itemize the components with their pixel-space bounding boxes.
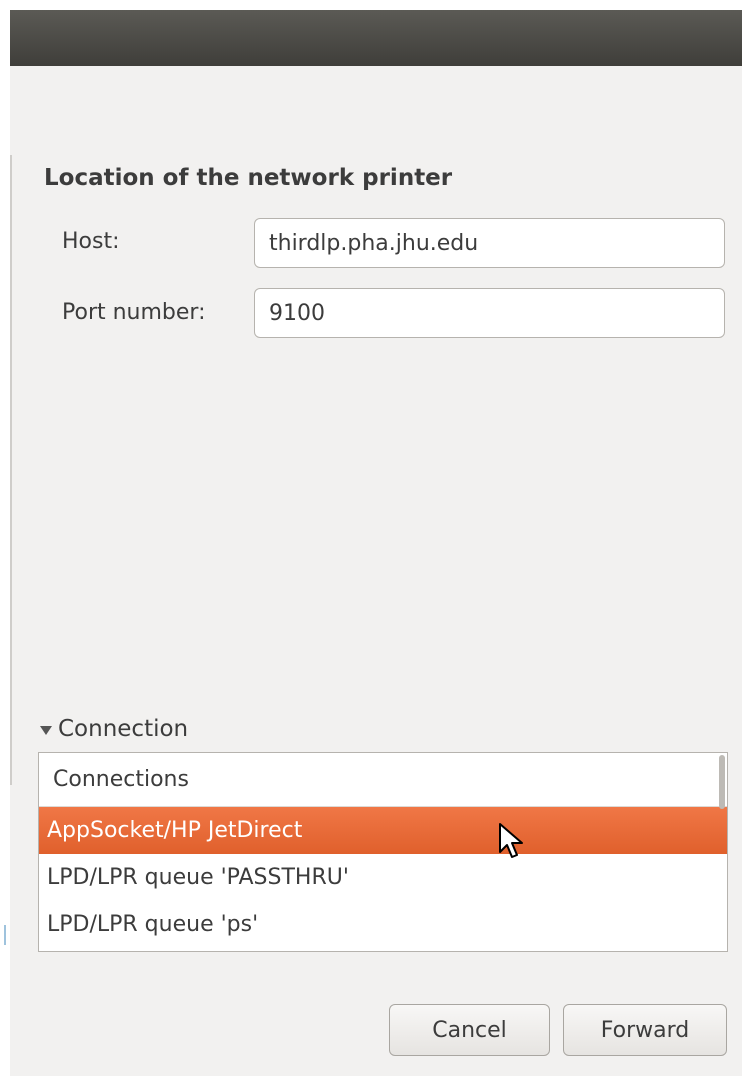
connections-list-header[interactable]: Connections <box>39 753 727 807</box>
list-item[interactable]: AppSocket/HP JetDirect <box>39 807 727 854</box>
list-item[interactable]: LPD/LPR queue 'PASSTHRU' <box>39 854 727 901</box>
forward-button[interactable]: Forward <box>563 1004 727 1056</box>
list-item[interactable]: LPD/LPR queue 'ps' <box>39 901 727 948</box>
connection-expander[interactable]: Connection <box>40 716 188 742</box>
edge-marker <box>4 925 6 945</box>
mouse-pointer-icon <box>498 822 526 866</box>
side-divider <box>10 155 12 785</box>
window-titlebar[interactable] <box>10 10 742 66</box>
connections-list[interactable]: Connections AppSocket/HP JetDirect LPD/L… <box>38 752 728 952</box>
host-label: Host: <box>62 229 120 254</box>
list-item-label: AppSocket/HP JetDirect <box>47 818 303 843</box>
cancel-button[interactable]: Cancel <box>389 1004 550 1056</box>
section-title-location: Location of the network printer <box>44 165 453 191</box>
connection-expander-label: Connection <box>58 716 189 742</box>
port-input[interactable] <box>254 288 725 338</box>
connections-header-label: Connections <box>53 767 189 792</box>
list-item-label: LPD/LPR queue 'PASSTHRU' <box>47 865 349 890</box>
host-input[interactable] <box>254 218 725 268</box>
list-scrollbar[interactable] <box>719 755 725 809</box>
port-label: Port number: <box>62 300 206 325</box>
list-item-label: LPD/LPR queue 'ps' <box>47 912 259 937</box>
expander-triangle-icon <box>40 725 52 735</box>
